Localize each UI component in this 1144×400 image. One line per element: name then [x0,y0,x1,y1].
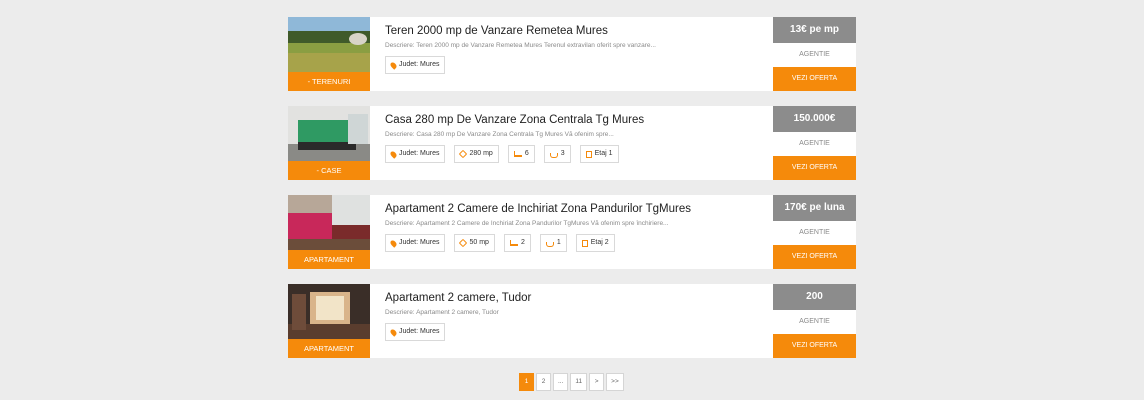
listing-card: APARTAMENT Apartament 2 camere, Tudor De… [288,284,856,358]
listing-description: Descriere: Casa 280 mp De Vanzare Zona C… [385,131,614,138]
bath-icon [545,241,554,247]
listing-description: Descriere: Apartament 2 Camere de Inchir… [385,220,669,227]
view-offer-button[interactable]: VEZI OFERTA [773,156,856,180]
feature-text: Etaj 2 [590,239,609,246]
category-label: APARTAMENT [288,339,370,358]
view-offer-button[interactable]: VEZI OFERTA [773,67,856,91]
feature-text: Judet: Mures [399,150,440,157]
feature-area: 50 mp [454,234,495,252]
listing-title[interactable]: Teren 2000 mp de Vanzare Remetea Mures [385,24,765,38]
category-label: APARTAMENT [288,250,370,269]
feature-text: 50 mp [469,239,489,246]
page-2-button[interactable]: 2 [536,373,551,391]
price-badge: 170€ pe luna [773,195,856,221]
bed-icon [509,240,518,246]
bedroom-photo[interactable] [288,106,370,161]
feature-baths: 3 [543,145,571,163]
view-offer-button[interactable]: VEZI OFERTA [773,245,856,269]
listing-thumbnail[interactable]: APARTAMENT [288,284,370,358]
feature-text: Judet: Mures [399,239,440,246]
last-page-button[interactable]: >> [606,373,624,391]
land-photo[interactable] [288,17,370,72]
agency-label: AGENTIE [799,51,830,58]
next-page-button[interactable]: > [589,373,605,391]
listing-description: Descriere: Teren 2000 mp de Vanzare Reme… [385,42,656,49]
feature-text: Etaj 1 [594,150,613,157]
feature-beds: 6 [507,145,535,163]
agency-label: AGENTIE [799,140,830,147]
feature-text: 6 [524,150,529,157]
pagination: 1 2 ... 11 > >> [519,373,624,391]
area-icon [459,238,468,248]
listing-list: - TERENURI Teren 2000 mp de Vanzare Reme… [288,17,856,373]
listing-thumbnail[interactable]: - TERENURI [288,17,370,91]
bath-icon [549,152,558,158]
feature-beds: 2 [503,234,531,252]
listing-thumbnail[interactable]: APARTAMENT [288,195,370,269]
feature-text: 280 mp [469,150,493,157]
view-offer-button[interactable]: VEZI OFERTA [773,334,856,358]
feature-baths: 1 [539,234,567,252]
listing-title[interactable]: Apartament 2 Camere de Inchiriat Zona Pa… [385,202,765,216]
listing-card: - CASE Casa 280 mp De Vanzare Zona Centr… [288,106,856,180]
price-badge: 150.000€ [773,106,856,132]
agency-label: AGENTIE [799,318,830,325]
feature-county: Judet: Mures [385,323,446,341]
page-ellipsis: ... [553,373,569,391]
feature-text: Judet: Mures [399,61,440,68]
feature-county: Judet: Mures [385,56,446,74]
bed-icon [513,151,522,157]
page-1-button[interactable]: 1 [519,373,534,391]
category-label: - CASE [288,161,370,180]
location-pin-icon [389,149,398,159]
living-room-photo[interactable] [288,195,370,250]
category-label: - TERENURI [288,72,370,91]
feature-county: Judet: Mures [385,145,446,163]
feature-text: 1 [556,239,561,246]
feature-area: 280 mp [454,145,499,163]
apartment-photo[interactable] [288,284,370,339]
listing-card: - TERENURI Teren 2000 mp de Vanzare Reme… [288,17,856,91]
location-pin-icon [389,60,398,70]
location-pin-icon [389,238,398,248]
listing-title[interactable]: Apartament 2 camere, Tudor [385,291,765,305]
listing-thumbnail[interactable]: - CASE [288,106,370,180]
price-badge: 13€ pe mp [773,17,856,43]
feature-text: Judet: Mures [399,328,440,335]
feature-text: 3 [560,150,565,157]
location-pin-icon [389,327,398,337]
listing-description: Descriere: Apartament 2 camere, Tudor [385,309,499,316]
page-11-button[interactable]: 11 [570,373,588,391]
area-icon [459,149,468,159]
listing-card: APARTAMENT Apartament 2 Camere de Inchir… [288,195,856,269]
listing-title[interactable]: Casa 280 mp De Vanzare Zona Centrala Tg … [385,113,765,127]
floor-icon [585,150,592,158]
agency-label: AGENTIE [799,229,830,236]
floor-icon [581,239,588,247]
feature-text: 2 [520,239,525,246]
feature-floor: Etaj 2 [575,234,615,252]
price-badge: 200 [773,284,856,310]
feature-county: Judet: Mures [385,234,446,252]
feature-floor: Etaj 1 [579,145,619,163]
